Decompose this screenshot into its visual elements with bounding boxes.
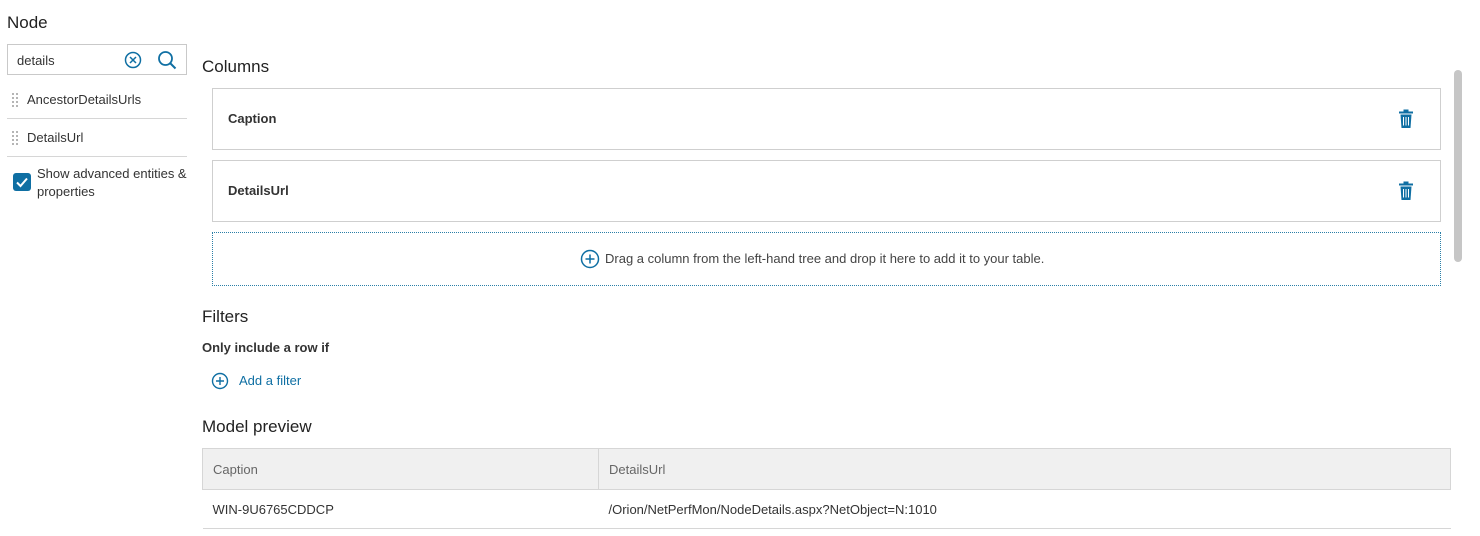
column-card[interactable]: DetailsUrl bbox=[212, 160, 1441, 222]
table-header-row: Caption DetailsUrl bbox=[202, 448, 1451, 490]
filters-heading: Filters bbox=[202, 307, 249, 326]
drag-handle-icon bbox=[12, 131, 18, 145]
model-preview-table: Caption DetailsUrl WIN-9U6765CDDCP /Orio… bbox=[202, 448, 1451, 529]
add-filter-label: Add a filter bbox=[239, 373, 302, 388]
columns-heading: Columns bbox=[202, 57, 270, 76]
drag-handle-icon bbox=[12, 93, 18, 107]
property-label: AncestorDetailsUrls bbox=[27, 92, 142, 107]
model-preview-heading: Model preview bbox=[202, 417, 312, 436]
entity-title: Node bbox=[7, 13, 48, 32]
vertical-scrollbar[interactable] bbox=[1454, 70, 1462, 536]
property-item[interactable]: AncestorDetailsUrls bbox=[7, 81, 187, 119]
column-name: DetailsUrl bbox=[228, 183, 289, 198]
property-label: DetailsUrl bbox=[27, 130, 84, 145]
scrollbar-thumb[interactable] bbox=[1454, 70, 1462, 262]
column-name: Caption bbox=[228, 111, 277, 126]
delete-column-icon[interactable] bbox=[1398, 109, 1414, 129]
filters-subtitle: Only include a row if bbox=[202, 340, 330, 355]
delete-column-icon[interactable] bbox=[1398, 181, 1414, 201]
search-input[interactable] bbox=[17, 51, 122, 69]
table-row: WIN-9U6765CDDCP /Orion/NetPerfMon/NodeDe… bbox=[202, 489, 1451, 529]
show-advanced-checkbox[interactable] bbox=[13, 173, 31, 191]
drop-hint-text: Drag a column from the left-hand tree an… bbox=[605, 251, 1045, 266]
search-icon[interactable] bbox=[156, 49, 178, 71]
column-header: Caption bbox=[202, 448, 599, 490]
table-cell: /Orion/NetPerfMon/NodeDetails.aspx?NetOb… bbox=[598, 489, 1451, 529]
column-drop-zone[interactable]: Drag a column from the left-hand tree an… bbox=[212, 232, 1441, 286]
checkmark-icon bbox=[16, 177, 28, 188]
property-item[interactable]: DetailsUrl bbox=[7, 119, 187, 157]
column-header: DetailsUrl bbox=[598, 448, 1451, 490]
column-card[interactable]: Caption bbox=[212, 88, 1441, 150]
clear-search-icon[interactable] bbox=[124, 51, 142, 69]
report-editor-page: Node AncestorDetailsUrls bbox=[0, 0, 1480, 536]
show-advanced-label[interactable]: Show advanced entities & properties bbox=[37, 165, 187, 201]
property-search bbox=[7, 44, 187, 75]
plus-circle-icon bbox=[580, 249, 600, 269]
plus-circle-icon bbox=[211, 372, 229, 390]
table-cell: WIN-9U6765CDDCP bbox=[202, 489, 599, 529]
